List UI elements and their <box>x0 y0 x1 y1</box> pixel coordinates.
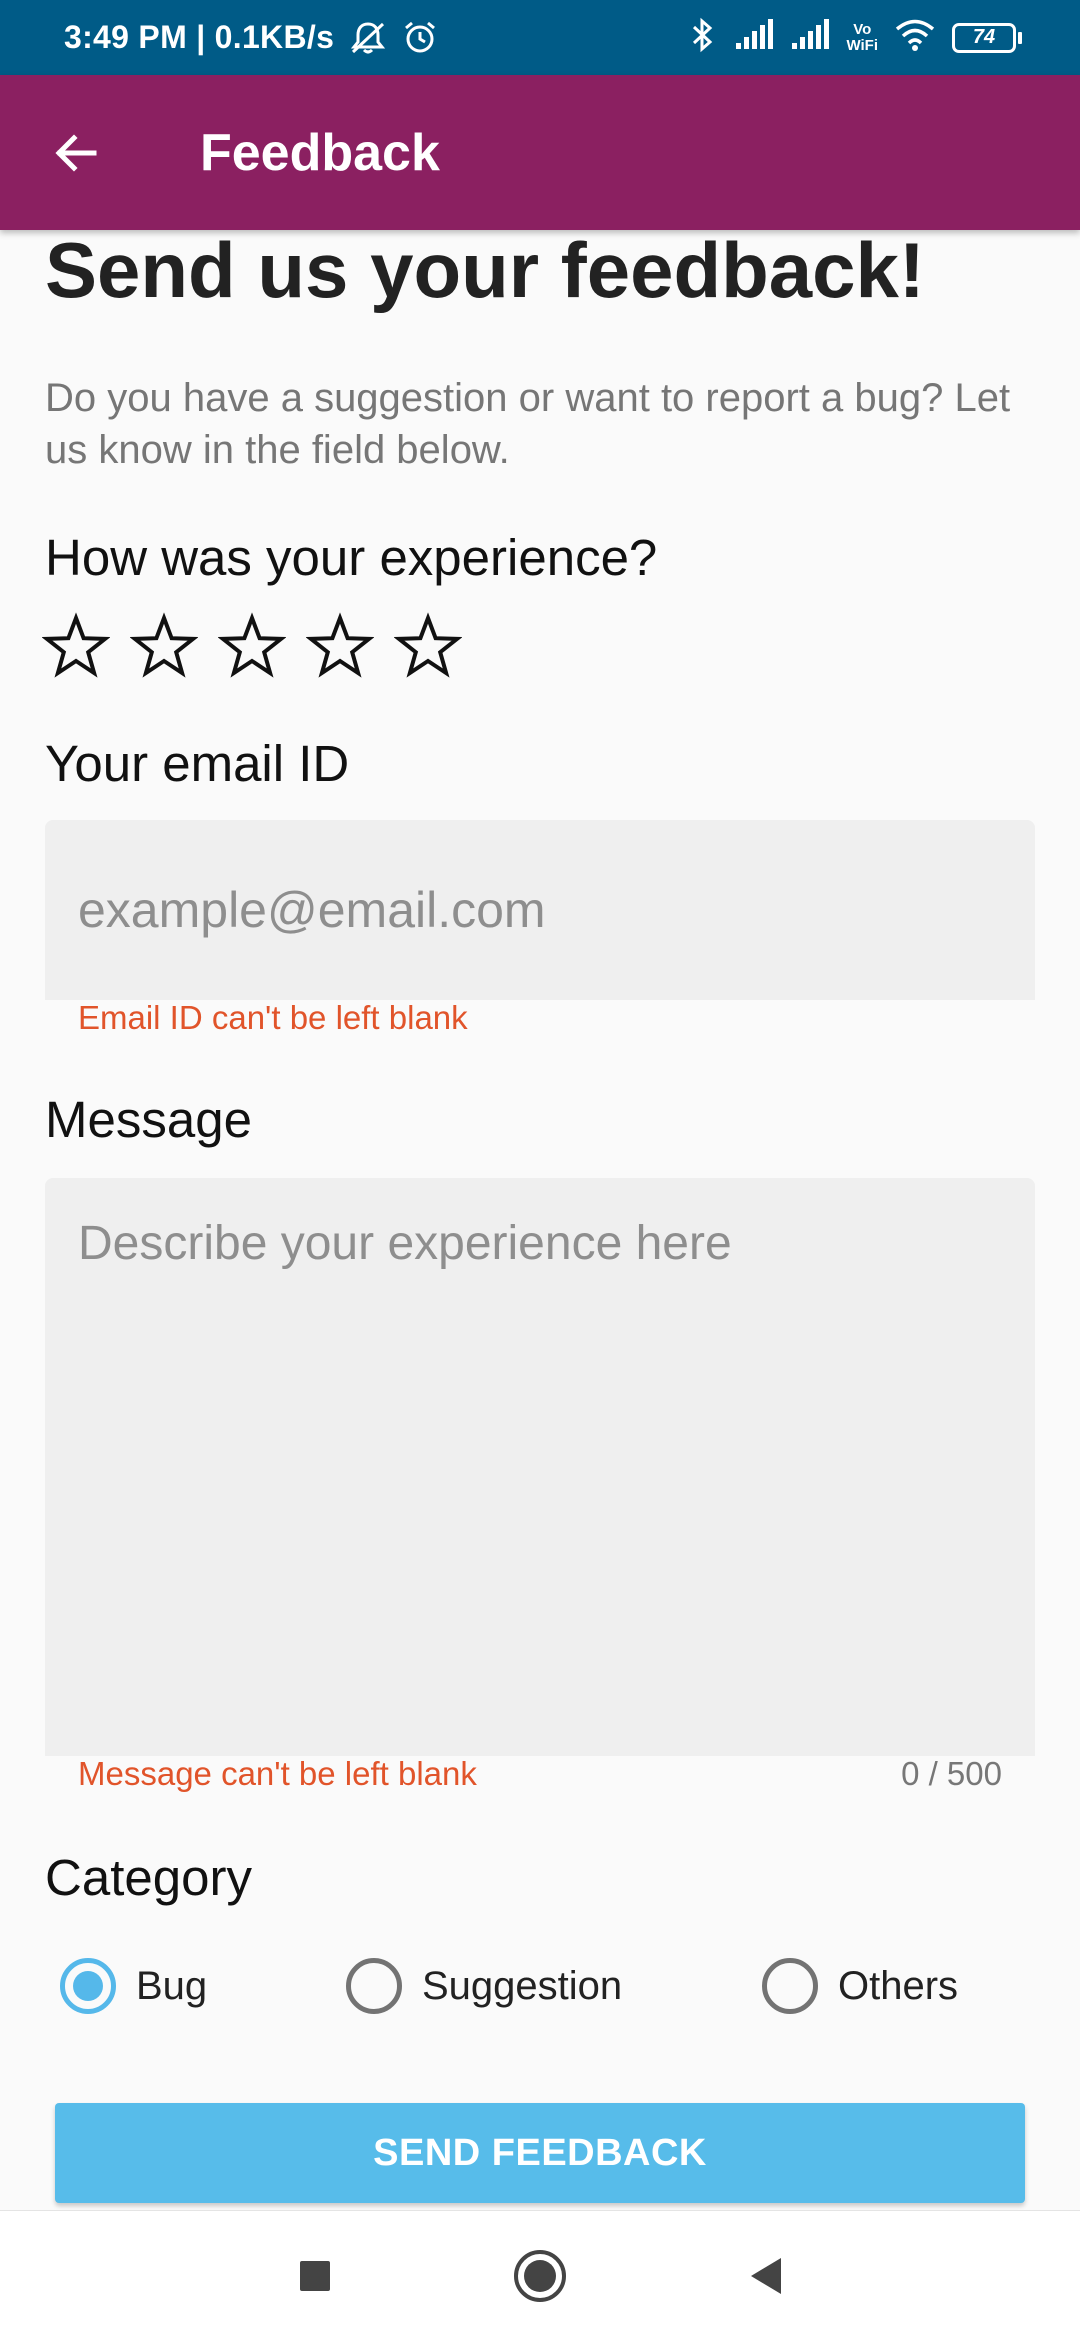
star-icon-5[interactable] <box>394 612 462 680</box>
status-bar: 3:49 PM | 0.1KB/s Vo WiFi 74 <box>0 0 1080 75</box>
star-icon-4[interactable] <box>306 612 374 680</box>
vowifi-bottom: WiFi <box>846 36 878 54</box>
send-feedback-button[interactable]: SEND FEEDBACK <box>55 2103 1025 2203</box>
back-button[interactable] <box>46 123 106 183</box>
message-field[interactable] <box>45 1178 1035 1756</box>
status-time: 3:49 PM | 0.1KB/s <box>64 19 335 55</box>
page-title: Send us your feedback! <box>45 226 925 314</box>
mute-icon <box>348 20 388 56</box>
radio-dot <box>73 1971 103 2001</box>
star-icon-2[interactable] <box>130 612 198 680</box>
email-error: Email ID can't be left blank <box>78 999 468 1036</box>
home-circle-icon <box>514 2250 566 2302</box>
character-counter: 0 / 500 <box>901 1755 1002 1792</box>
message-error: Message can't be left blank <box>78 1755 477 1792</box>
radio-button[interactable] <box>346 1958 402 2014</box>
star-icon-1[interactable] <box>42 612 110 680</box>
status-right: Vo WiFi 74 <box>688 0 1022 75</box>
message-label: Message <box>45 1091 252 1148</box>
category-label: Category <box>45 1849 252 1906</box>
radio-label-others: Others <box>838 1963 959 2008</box>
rating-label: How was your experience? <box>45 529 658 586</box>
recents-button[interactable] <box>280 2241 350 2311</box>
signal-icon <box>734 19 774 56</box>
radio-bug[interactable]: Bug <box>60 1946 207 2026</box>
email-field[interactable] <box>45 820 1035 1000</box>
back-nav-button[interactable] <box>730 2241 800 2311</box>
intro-text: Do you have a suggestion or want to repo… <box>45 376 1011 472</box>
signal-icon <box>790 19 830 56</box>
category-radio-group: Bug Suggestion Others <box>0 1946 1080 2026</box>
status-left: 3:49 PM | 0.1KB/s <box>64 19 438 56</box>
radio-others[interactable]: Others <box>762 1946 958 2026</box>
email-label: Your email ID <box>45 735 350 792</box>
battery-level: 74 <box>952 22 1016 53</box>
radio-suggestion[interactable]: Suggestion <box>346 1946 622 2026</box>
app-bar: Feedback <box>0 75 1080 230</box>
wifi-icon <box>894 18 936 57</box>
bluetooth-icon <box>688 16 718 59</box>
system-nav-bar <box>0 2210 1080 2340</box>
battery-tip <box>1018 31 1022 44</box>
back-triangle-icon <box>751 2258 781 2294</box>
battery-icon: 74 <box>952 22 1022 53</box>
radio-button-checked[interactable] <box>60 1958 116 2014</box>
vowifi-top: Vo <box>853 20 872 38</box>
recents-square-icon <box>300 2261 330 2291</box>
vowifi-indicator: Vo WiFi <box>846 20 878 54</box>
radio-label-suggestion: Suggestion <box>422 1963 623 2008</box>
radio-label-bug: Bug <box>136 1963 208 2008</box>
app-bar-title: Feedback <box>200 124 440 182</box>
star-icon-3[interactable] <box>218 612 286 680</box>
home-button[interactable] <box>505 2241 575 2311</box>
arrow-left-icon <box>55 134 97 172</box>
alarm-icon <box>402 20 438 56</box>
radio-button[interactable] <box>762 1958 818 2014</box>
star-rating <box>42 612 462 680</box>
